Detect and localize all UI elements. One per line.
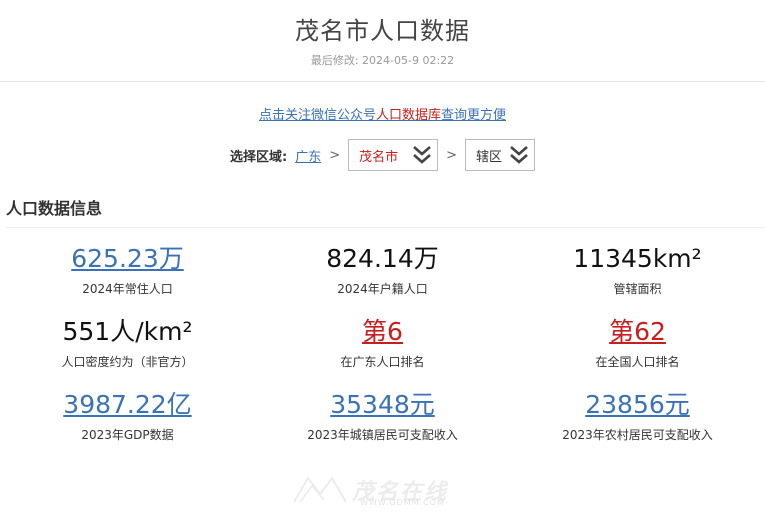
- stat-density: 551人/km² 人口密度约为（非官方）: [0, 315, 255, 388]
- stat-province-rank: 第6 在广东人口排名: [255, 315, 510, 388]
- district-select[interactable]: 辖区: [465, 139, 536, 171]
- breadcrumb-separator: >: [446, 147, 458, 163]
- stat-caption: 2023年农村居民可支配收入: [562, 428, 713, 442]
- page-header: 茂名市人口数据 最后修改: 2024-05-9 02:22: [0, 0, 765, 82]
- stat-resident-population: 625.23万 2024年常住人口: [0, 242, 255, 315]
- stat-national-rank: 第62 在全国人口排名: [510, 315, 765, 388]
- stat-value[interactable]: 第62: [510, 315, 765, 349]
- watermark-url: WWW.GDMM.COM: [360, 498, 445, 507]
- chevron-down-icon: [413, 146, 431, 164]
- stat-caption: 2024年户籍人口: [337, 282, 428, 296]
- district-select-value: 辖区: [476, 149, 503, 165]
- stat-value: 824.14万: [326, 244, 439, 273]
- stat-urban-income: 35348元 2023年城镇居民可支配收入: [255, 388, 510, 461]
- stat-caption: 管辖面积: [613, 282, 662, 296]
- stat-value[interactable]: 23856元: [510, 388, 765, 422]
- breadcrumb-separator: >: [329, 147, 341, 163]
- wechat-promo-link[interactable]: 点击关注微信公众号人口数据库查询更方便: [259, 108, 506, 123]
- stat-value: 11345km²: [573, 244, 702, 273]
- stats-grid: 625.23万 2024年常住人口 824.14万 2024年户籍人口 1134…: [0, 242, 765, 461]
- stat-value[interactable]: 35348元: [255, 388, 510, 422]
- last-modified: 最后修改: 2024-05-9 02:22: [310, 54, 455, 67]
- stat-area: 11345km² 管辖面积: [510, 242, 765, 315]
- watermark-text: 茂名在线: [352, 480, 449, 505]
- province-link[interactable]: 广东: [295, 146, 321, 165]
- stat-caption: 人口密度约为（非官方）: [61, 355, 194, 369]
- page-title: 茂名市人口数据: [295, 17, 470, 45]
- chevron-down-icon: [510, 146, 528, 164]
- wechat-promo: 点击关注微信公众号人口数据库查询更方便: [0, 104, 765, 123]
- stat-caption: 2023年城镇居民可支配收入: [307, 428, 458, 442]
- section-title: 人口数据信息: [6, 195, 765, 228]
- region-selector: 选择区域: 广东 > 茂名市 > 辖区: [0, 137, 765, 173]
- stat-value[interactable]: 第6: [255, 315, 510, 349]
- region-label: 选择区域:: [229, 149, 288, 165]
- stat-rural-income: 23856元 2023年农村居民可支配收入: [510, 388, 765, 461]
- watermark-logo-icon: [293, 476, 347, 503]
- city-select-value: 茂名市: [359, 149, 399, 165]
- stat-value[interactable]: 625.23万: [0, 242, 255, 276]
- stat-gdp: 3987.22亿 2023年GDP数据: [0, 388, 255, 461]
- stat-registered-population: 824.14万 2024年户籍人口: [255, 242, 510, 315]
- stat-caption: 2023年GDP数据: [81, 428, 174, 442]
- stat-value: 551人/km²: [62, 317, 193, 346]
- city-select[interactable]: 茂名市: [348, 139, 439, 171]
- promo-highlight: 人口数据库: [375, 108, 441, 123]
- stat-caption: 2024年常住人口: [82, 282, 173, 296]
- stat-value[interactable]: 3987.22亿: [0, 388, 255, 422]
- stat-caption: 在广东人口排名: [340, 355, 425, 369]
- stat-caption: 在全国人口排名: [595, 355, 680, 369]
- watermark: 茂名在线 WWW.GDMM.COM: [290, 472, 490, 508]
